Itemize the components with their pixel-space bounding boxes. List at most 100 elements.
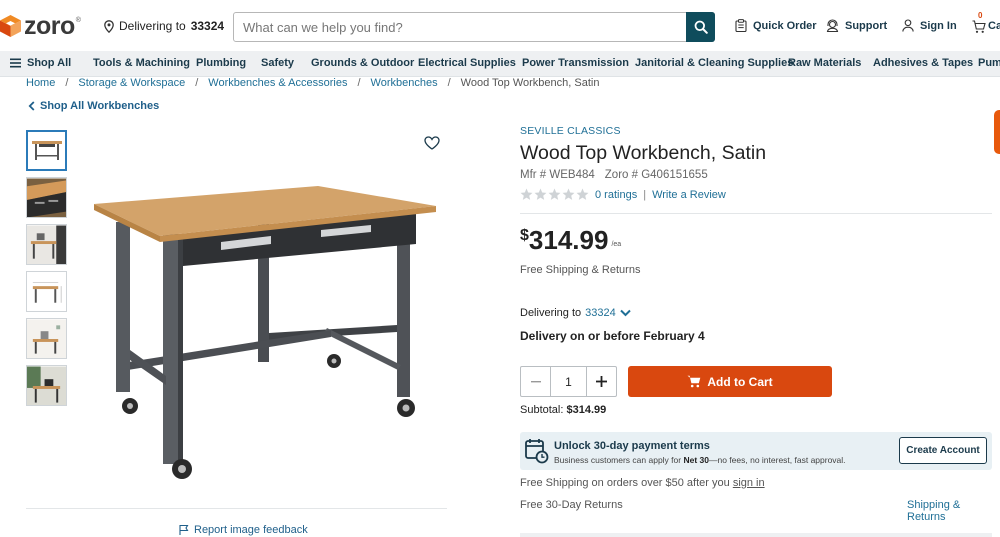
flag-feedback-icon xyxy=(179,524,189,535)
chevron-left-icon xyxy=(28,101,35,111)
delivery-location-selector[interactable]: Delivering to 33324 xyxy=(520,307,631,319)
breadcrumb-separator: / xyxy=(357,77,361,89)
increase-quantity-button[interactable] xyxy=(586,367,616,396)
report-image-feedback-link[interactable]: Report image feedback xyxy=(178,524,308,536)
delivering-to-label: Delivering to xyxy=(520,307,582,319)
favorite-button[interactable] xyxy=(424,136,440,150)
delivering-zip: 33324 xyxy=(190,19,225,33)
promo-sub-pre: Business customers can apply for xyxy=(554,455,682,465)
product-title: Wood Top Workbench, Satin xyxy=(520,142,767,164)
thumbnail-workbench-lifestyle[interactable] xyxy=(26,365,67,406)
cart-icon xyxy=(972,20,986,33)
search-input[interactable] xyxy=(234,13,686,41)
thumbnail-workbench-dimensions[interactable] xyxy=(26,271,67,312)
feedback-side-tab[interactable] xyxy=(994,110,1000,154)
support-link[interactable]: Support xyxy=(826,19,887,32)
search-button[interactable] xyxy=(686,12,715,42)
zoro-cube-icon xyxy=(0,15,21,37)
cart-icon xyxy=(687,375,701,388)
promo-sub-bold: Net 30 xyxy=(683,455,709,465)
calendar-clock-icon xyxy=(525,439,549,464)
chevron-down-icon xyxy=(620,309,631,317)
logo-registered-mark: ® xyxy=(75,17,81,24)
gallery-divider xyxy=(26,508,447,509)
product-identifiers: Mfr # WEB484 Zoro # G406151655 xyxy=(520,169,708,181)
shop-all-workbenches-link[interactable]: Shop All Workbenches xyxy=(28,100,159,112)
dimensions-thumbnail-image xyxy=(27,272,66,311)
quantity-stepper xyxy=(520,366,617,397)
write-review-link[interactable]: Write a Review xyxy=(652,189,726,201)
quantity-input[interactable] xyxy=(551,367,586,396)
nav-item-janitorial-cleaning[interactable]: Janitorial & Cleaning Supplies xyxy=(635,57,793,69)
breadcrumb-workbenches-accessories[interactable]: Workbenches & Accessories xyxy=(208,77,347,89)
cart-label: Ca xyxy=(988,20,1000,32)
price-amount: 314.99 xyxy=(528,225,609,255)
quick-order-label: Quick Order xyxy=(753,19,817,32)
star-rating xyxy=(520,188,589,201)
quick-order-link[interactable]: Quick Order xyxy=(735,19,817,32)
free-shipping-threshold-text: Free Shipping on orders over $50 after y… xyxy=(520,477,730,489)
location-pin-icon xyxy=(104,19,114,33)
room-thumbnail-image xyxy=(27,225,66,264)
heart-icon xyxy=(424,136,440,150)
decrease-quantity-button[interactable] xyxy=(521,367,551,396)
support-label: Support xyxy=(845,19,888,32)
zoro-sku: Zoro # G406151655 xyxy=(604,169,708,181)
nav-item-adhesives-tapes[interactable]: Adhesives & Tapes xyxy=(873,57,973,69)
search-icon xyxy=(694,20,708,34)
promo-title: Unlock 30-day payment terms xyxy=(554,440,710,452)
breadcrumb-separator: / xyxy=(65,77,69,89)
breadcrumb-current: Wood Top Workbench, Satin xyxy=(460,77,600,89)
nav-item-pumps[interactable]: Pump xyxy=(978,57,1000,69)
thumbnail-workbench-front[interactable] xyxy=(26,130,67,171)
breadcrumb-workbenches[interactable]: Workbenches xyxy=(371,77,438,89)
mfr-number: Mfr # WEB484 xyxy=(520,169,595,181)
product-brand-link[interactable]: SEVILLE CLASSICS xyxy=(520,125,621,137)
create-account-button[interactable]: Create Account xyxy=(899,437,987,464)
ratings-count-link[interactable]: 0 ratings xyxy=(595,189,637,201)
shop-all-label: Shop All xyxy=(27,57,72,69)
free-shipping-threshold: Free Shipping on orders over $50 after y… xyxy=(520,477,765,489)
info-divider xyxy=(520,213,992,214)
workbench-thumbnail-image xyxy=(31,140,62,160)
nav-item-raw-materials[interactable]: Raw Materials xyxy=(788,57,861,69)
subtotal-value: $314.99 xyxy=(566,404,607,416)
nav-item-grounds-outdoor[interactable]: Grounds & Outdoor xyxy=(311,57,414,69)
zoro-logo[interactable]: zoro ® xyxy=(0,12,81,40)
breadcrumb-home[interactable]: Home xyxy=(26,77,55,89)
payment-terms-promo: Unlock 30-day payment terms Business cus… xyxy=(520,432,992,470)
free-shipping-note: Free Shipping & Returns xyxy=(520,264,641,276)
product-price: $ 314.99 /ea xyxy=(520,226,621,254)
promo-subtitle: Business customers can apply for Net 30—… xyxy=(554,455,846,465)
add-to-cart-button[interactable]: Add to Cart xyxy=(628,366,832,397)
nav-item-power-transmission[interactable]: Power Transmission xyxy=(522,57,629,69)
shipping-returns-link[interactable]: Shipping & Returns xyxy=(907,499,1000,523)
breadcrumb-storage-workspace[interactable]: Storage & Workspace xyxy=(78,77,185,89)
logo-text: zoro xyxy=(24,12,75,40)
product-main-image[interactable] xyxy=(86,180,446,485)
cart-count-badge: 0 xyxy=(978,11,983,20)
lifestyle-thumbnail-image xyxy=(27,366,66,405)
nav-item-electrical-supplies[interactable]: Electrical Supplies xyxy=(418,57,516,69)
star-icon xyxy=(534,188,547,200)
clipboard-icon xyxy=(735,19,747,32)
star-icon xyxy=(548,188,561,200)
office-thumbnail-image xyxy=(27,319,66,358)
sign-in-label: Sign In xyxy=(920,19,957,32)
thumbnail-workbench-office[interactable] xyxy=(26,318,67,359)
nav-item-tools-machining[interactable]: Tools & Machining xyxy=(93,57,190,69)
star-icon xyxy=(576,188,589,200)
thumbnail-workbench-room[interactable] xyxy=(26,224,67,265)
sign-in-inline-link[interactable]: sign in xyxy=(733,477,765,489)
thumbnail-drawer-detail[interactable] xyxy=(26,177,67,218)
nav-item-plumbing[interactable]: Plumbing xyxy=(196,57,246,69)
header-delivery-location[interactable]: Delivering to 33324 xyxy=(104,19,224,33)
workbench-front-leg xyxy=(163,234,180,464)
sign-in-link[interactable]: Sign In xyxy=(902,19,957,32)
nav-item-safety[interactable]: Safety xyxy=(261,57,294,69)
breadcrumb-separator: / xyxy=(447,77,451,89)
shop-all-menu[interactable]: Shop All xyxy=(10,57,71,69)
subtotal: Subtotal: $314.99 xyxy=(520,404,606,416)
free-returns-note: Free 30-Day Returns xyxy=(520,499,623,511)
delivery-estimate: Delivery on or before February 4 xyxy=(520,329,705,343)
